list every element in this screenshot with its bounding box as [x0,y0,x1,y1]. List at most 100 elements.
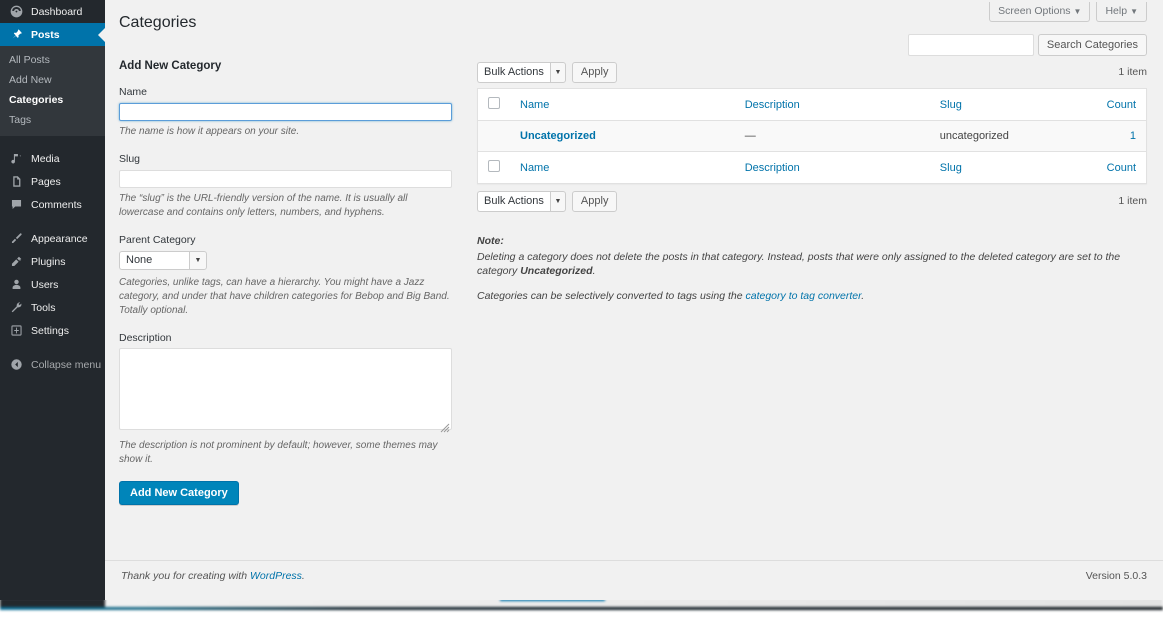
category-to-tag-converter-link[interactable]: category to tag converter [746,290,862,302]
settings-icon [9,324,23,338]
apply-button-top[interactable]: Apply [572,62,618,83]
sidebar-item-media[interactable]: Media [0,147,105,170]
sidebar-item-label: Comments [31,199,82,211]
sidebar-item-label: Collapse menu [31,359,101,371]
description-textarea[interactable] [119,348,452,430]
sidebar-item-all-posts[interactable]: All Posts [0,50,105,70]
row-checkbox-cell [478,121,511,152]
column-header-description[interactable]: Description [735,89,930,121]
admin-main: Screen Options▼ Help▼ Categories Search … [105,0,1163,600]
posts-submenu: All Posts Add New Categories Tags [0,46,105,136]
note-paragraph-1: Deleting a category does not delete the … [477,250,1137,278]
category-count-link[interactable]: 1 [1130,130,1136,142]
sidebar-item-tags[interactable]: Tags [0,110,105,130]
sidebar-item-dashboard[interactable]: Dashboard [0,0,105,23]
parent-category-label: Parent Category [119,234,459,246]
chevron-down-icon[interactable]: ▼ [550,191,566,212]
chevron-down-icon[interactable]: ▼ [189,251,207,270]
users-icon [9,278,23,292]
column-header-slug[interactable]: Slug [930,89,1097,121]
bulk-actions-select-top[interactable]: Bulk Actions ▼ [477,62,566,83]
name-input[interactable] [119,103,452,121]
sidebar-item-label: Users [31,279,58,291]
chevron-down-icon: ▼ [1074,7,1082,16]
pages-icon [9,175,23,189]
column-footer-name[interactable]: Name [510,152,735,184]
sidebar-item-label: Appearance [31,233,88,245]
sidebar-item-plugins[interactable]: Plugins [0,250,105,273]
category-note: Note: Deleting a category does not delet… [477,235,1137,303]
sidebar-item-settings[interactable]: Settings [0,319,105,342]
description-help-text: The description is not prominent by defa… [119,439,454,467]
column-footer-count[interactable]: Count [1097,152,1147,184]
window-bottom-edge [0,600,1163,618]
note-p1-part2: . [593,265,596,277]
collapse-icon [9,358,23,372]
wordpress-link[interactable]: WordPress [250,570,302,582]
sidebar-item-appearance[interactable]: Appearance [0,227,105,250]
slug-help-text: The “slug” is the URL-friendly version o… [119,192,454,220]
slug-input[interactable] [119,170,452,188]
search-input[interactable] [908,34,1034,56]
name-help-text: The name is how it appears on your site. [119,125,454,139]
column-header-count[interactable]: Count [1097,89,1147,121]
table-body: Uncategorized — uncategorized 1 [478,121,1147,152]
pin-icon [9,28,23,42]
bulk-actions-value-bottom: Bulk Actions [477,191,550,212]
description-wrapper [119,348,452,435]
add-new-category-button[interactable]: Add New Category [119,481,239,505]
row-description-cell: — [735,121,930,152]
media-icon [9,152,23,166]
select-all-checkbox-footer[interactable] [488,160,500,172]
note-p2-part2: . [861,290,864,302]
select-all-checkbox[interactable] [488,97,500,109]
parent-category-help-text: Categories, unlike tags, can have a hier… [119,276,454,318]
categories-table-panel: Bulk Actions ▼ Apply 1 item Name Descrip… [477,60,1147,314]
sidebar-item-label: Media [31,153,60,165]
bulk-actions-select-bottom[interactable]: Bulk Actions ▼ [477,191,566,212]
column-footer-slug[interactable]: Slug [930,152,1097,184]
edge-dark-band [0,607,1163,610]
table-footer-row: Name Description Slug Count [478,152,1147,184]
add-new-category-form: Add New Category Name The name is how it… [119,60,459,505]
footer-version: Version 5.0.3 [1086,570,1147,582]
chevron-down-icon[interactable]: ▼ [550,62,566,83]
note-paragraph-2: Categories can be selectively converted … [477,289,1137,303]
sidebar-item-add-new-post[interactable]: Add New [0,70,105,90]
sidebar-item-label: Posts [31,29,60,41]
search-categories-button[interactable]: Search Categories [1038,34,1147,56]
admin-sidebar: Dashboard Posts All Posts Add New Catego… [0,0,105,600]
sidebar-item-label: Pages [31,176,61,188]
sidebar-item-label: Tools [31,302,56,314]
sidebar-item-tools[interactable]: Tools [0,296,105,319]
wordpress-admin: Dashboard Posts All Posts Add New Catego… [0,0,1163,600]
window-bottom-edge-blur [0,600,1163,612]
comments-icon [9,198,23,212]
sidebar-item-collapse-menu[interactable]: Collapse menu [0,353,105,376]
sidebar-item-comments[interactable]: Comments [0,193,105,216]
table-row: Uncategorized — uncategorized 1 [478,121,1147,152]
help-button[interactable]: Help▼ [1096,2,1147,22]
screen-options-button[interactable]: Screen Options ▼ [989,2,1090,22]
parent-category-select[interactable]: None ▼ [119,251,207,270]
sidebar-item-users[interactable]: Users [0,273,105,296]
footer-thanks-prefix: Thank you for creating with [121,570,250,582]
column-header-name[interactable]: Name [510,89,735,121]
screen-options-label: Screen Options [998,5,1070,17]
items-count-top: 1 item [1118,66,1147,78]
tablenav-top: Bulk Actions ▼ Apply 1 item [477,60,1147,84]
sidebar-item-posts[interactable]: Posts [0,23,105,46]
sidebar-item-pages[interactable]: Pages [0,170,105,193]
parent-category-value: None [119,251,189,270]
category-name-link[interactable]: Uncategorized [520,130,596,142]
sidebar-item-label: Dashboard [31,6,82,18]
note-title: Note: [477,235,1137,247]
table-head: Name Description Slug Count [478,89,1147,121]
plugins-icon [9,255,23,269]
apply-button-bottom[interactable]: Apply [572,191,618,212]
items-count-bottom: 1 item [1118,195,1147,207]
sidebar-item-categories[interactable]: Categories [0,90,105,110]
column-footer-description[interactable]: Description [735,152,930,184]
edge-accent-band [500,600,605,601]
tools-icon [9,301,23,315]
